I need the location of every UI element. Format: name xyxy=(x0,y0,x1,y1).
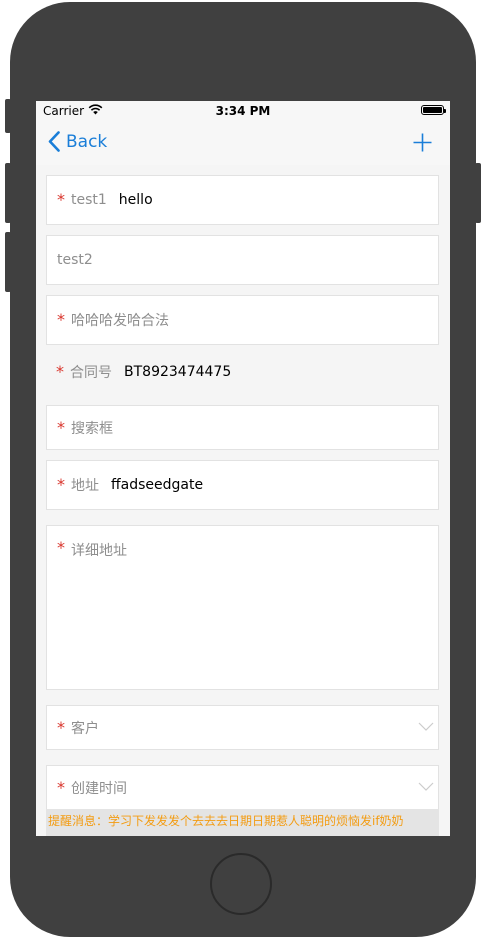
required-marker: * xyxy=(57,777,65,797)
screen: Carrier 3:34 PM Back * test1 hello test2… xyxy=(36,101,450,836)
mute-switch xyxy=(5,99,11,133)
notice-banner: 提醒消息：学习下发发发个去去去日期日期惹人聪明的烦恼发if奶奶 xyxy=(46,809,439,836)
customer-label: 客户 xyxy=(71,720,99,737)
test1-field[interactable]: * test1 hello xyxy=(46,175,439,225)
status-bar: Carrier 3:34 PM xyxy=(36,101,450,121)
back-label: Back xyxy=(66,131,108,152)
required-marker: * xyxy=(56,362,64,381)
search-field[interactable]: * 搜索框 xyxy=(46,405,439,450)
required-marker: * xyxy=(57,190,65,209)
hahaha-field[interactable]: * 哈哈哈发哈合法 xyxy=(46,295,439,345)
chevron-left-icon xyxy=(48,131,60,152)
chevron-down-icon xyxy=(418,722,434,731)
add-button[interactable] xyxy=(413,133,432,156)
back-button[interactable]: Back xyxy=(48,131,107,152)
power-button xyxy=(475,163,481,223)
hahaha-placeholder: 哈哈哈发哈合法 xyxy=(71,313,169,329)
detail-address-textarea[interactable]: * 详细地址 xyxy=(46,525,439,690)
created-time-label: 创建时间 xyxy=(71,780,127,797)
required-marker: * xyxy=(57,310,65,329)
test2-field[interactable]: test2 xyxy=(46,235,439,285)
contract-number-value: BT8923474475 xyxy=(124,364,232,380)
test1-label: test1 xyxy=(71,192,107,208)
test1-value: hello xyxy=(118,192,153,208)
volume-up-button xyxy=(5,163,11,223)
required-marker: * xyxy=(57,717,65,737)
address-field[interactable]: * 地址 ffadseedgate xyxy=(46,460,439,510)
address-value: ffadseedgate xyxy=(111,477,204,493)
required-marker: * xyxy=(57,417,65,437)
contract-number-field: * 合同号 BT8923474475 xyxy=(46,350,439,394)
required-marker: * xyxy=(57,538,65,557)
form-content: * test1 hello test2 * 哈哈哈发哈合法 * 合同号 BT89… xyxy=(36,165,450,836)
created-time-select[interactable]: * 创建时间 xyxy=(46,765,439,810)
plus-icon xyxy=(413,133,432,152)
address-label: 地址 xyxy=(71,478,99,494)
battery-icon xyxy=(421,105,446,115)
required-marker: * xyxy=(57,475,65,494)
customer-select[interactable]: * 客户 xyxy=(46,705,439,750)
test2-placeholder: test2 xyxy=(57,252,93,268)
volume-down-button xyxy=(5,232,11,292)
detail-address-placeholder: 详细地址 xyxy=(71,543,127,559)
contract-number-label: 合同号 xyxy=(70,365,112,381)
clock: 3:34 PM xyxy=(215,104,271,118)
home-button[interactable] xyxy=(210,853,272,915)
chevron-down-icon xyxy=(418,782,434,791)
navigation-bar: Back xyxy=(36,121,450,165)
search-placeholder: 搜索框 xyxy=(71,420,113,437)
